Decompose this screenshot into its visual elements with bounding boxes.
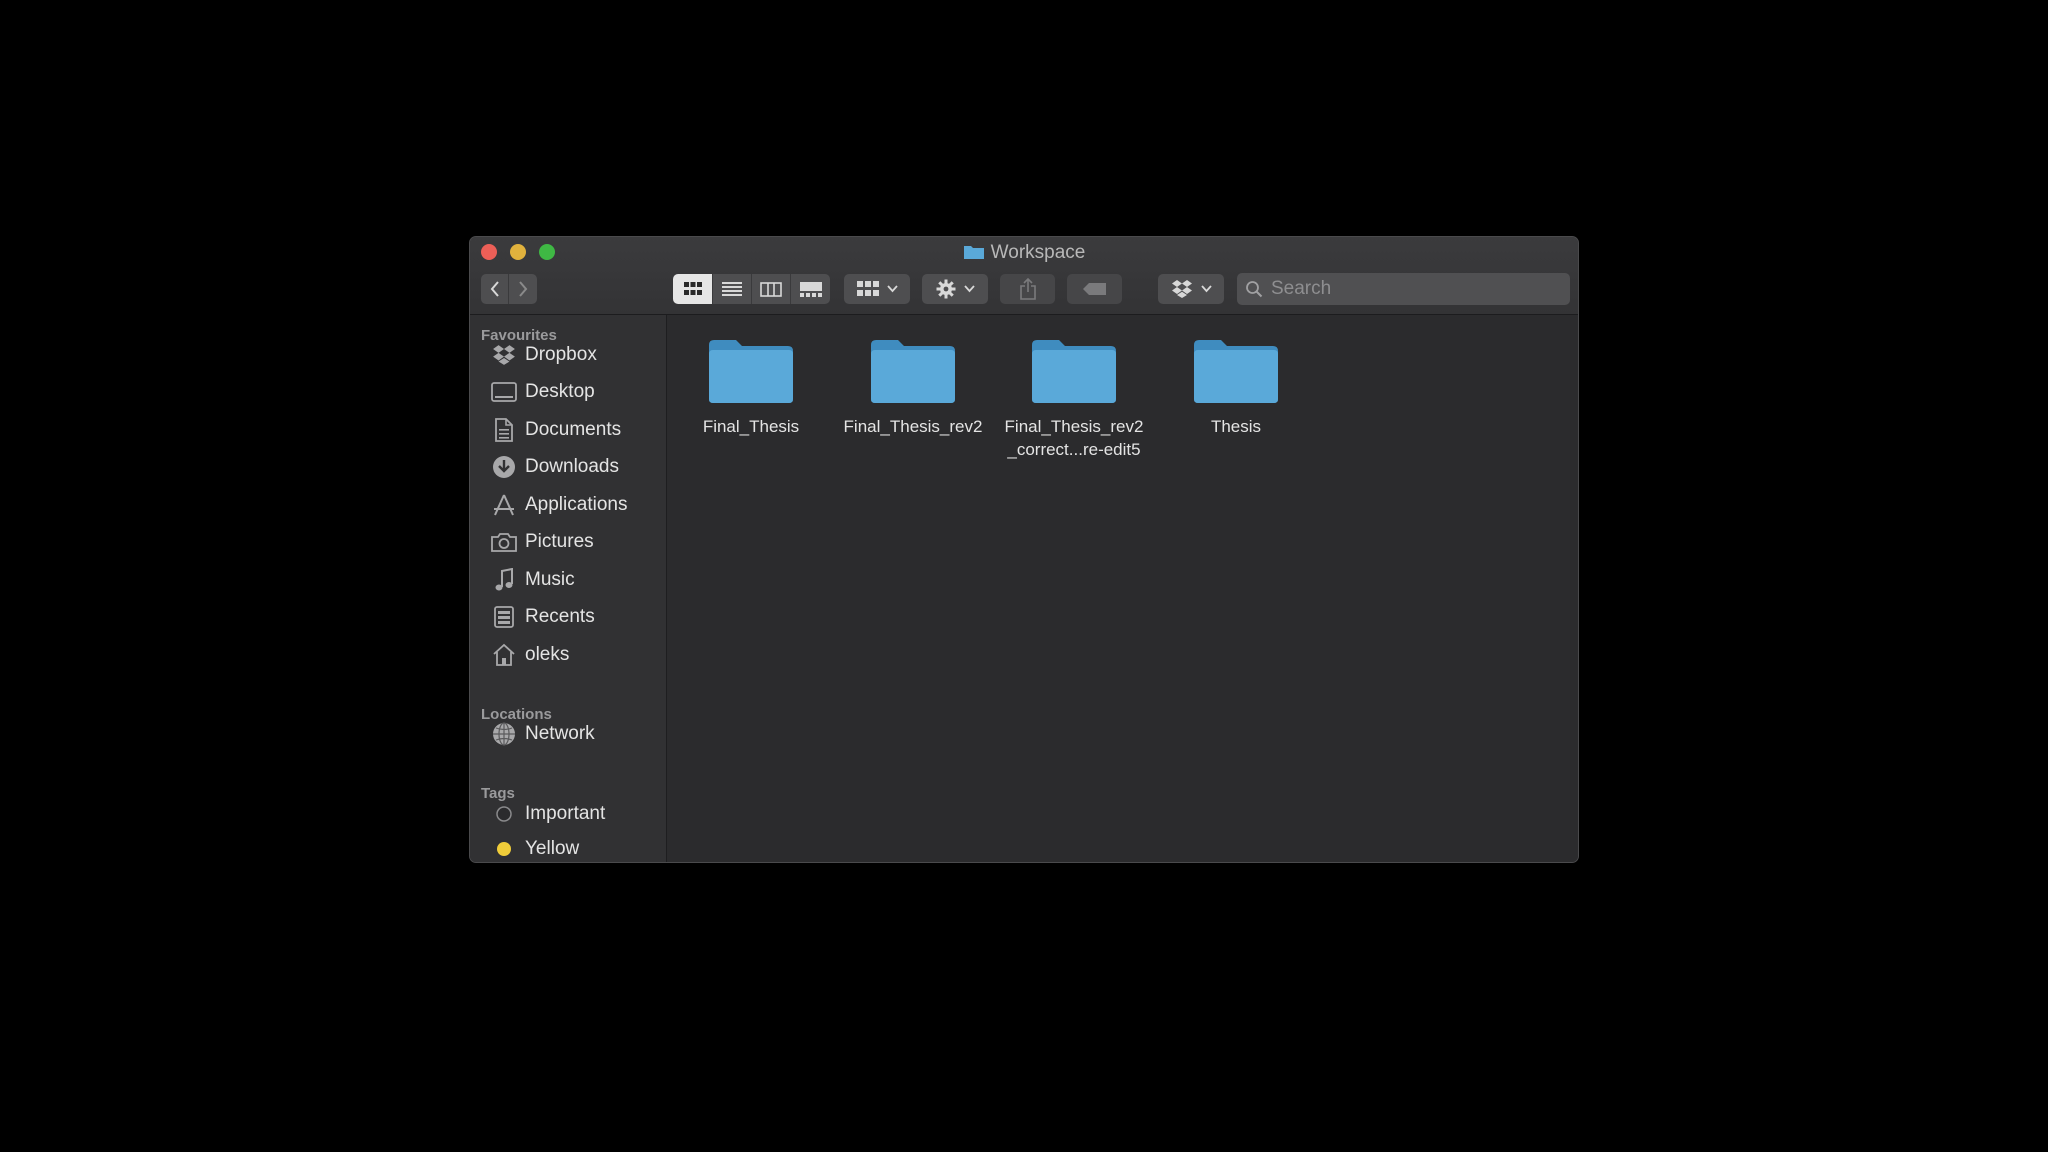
sidebar-item-pictures[interactable]: Pictures [491, 527, 661, 557]
grid-group-icon [856, 281, 879, 296]
chevron-down-icon [886, 285, 898, 293]
group-button[interactable] [844, 274, 910, 304]
folder-item[interactable]: Final_Thesis [675, 335, 827, 438]
nav-buttons [481, 274, 537, 304]
search-input[interactable] [1271, 278, 1551, 300]
column-view-icon [760, 281, 782, 297]
sidebar-item-label: Pictures [525, 531, 594, 552]
window-title: Workspace [990, 242, 1086, 263]
camera-icon [491, 529, 517, 555]
sidebar-item-documents[interactable]: Documents [491, 415, 661, 445]
file-browser: Final_Thesis Final_Thesis_rev2 Final_The… [667, 315, 1578, 862]
dropbox-button[interactable] [1158, 274, 1224, 304]
sidebar-item-label: Dropbox [525, 344, 597, 365]
folder-icon [1194, 340, 1278, 403]
tag-icon [1082, 283, 1106, 295]
sidebar-item-applications[interactable]: Applications [491, 490, 661, 520]
sidebar-item-label: Applications [525, 494, 628, 515]
search-field[interactable] [1237, 273, 1570, 305]
sidebar-item-desktop[interactable]: Desktop [491, 377, 661, 407]
sidebar: Favourites Dropbox Desktop Documents Dow… [470, 315, 667, 862]
titlebar: Workspace [470, 237, 1578, 315]
sidebar-item-tag-important[interactable]: Important [491, 799, 661, 829]
recents-icon [491, 604, 517, 630]
gear-icon [936, 279, 955, 299]
sidebar-item-label: Music [525, 569, 575, 590]
sidebar-item-label: Documents [525, 419, 622, 440]
sidebar-item-label: Network [525, 723, 595, 744]
sidebar-item-label: Recents [525, 606, 595, 627]
gallery-view-button[interactable] [791, 274, 830, 304]
chevron-down-icon [963, 285, 975, 293]
forward-button[interactable] [509, 274, 537, 304]
sidebar-item-dropbox[interactable]: Dropbox [491, 340, 661, 370]
list-view-button[interactable] [713, 274, 752, 304]
window-title-area: Workspace [470, 242, 1578, 264]
sidebar-item-music[interactable]: Music [491, 565, 661, 595]
sidebar-item-label: Downloads [525, 456, 619, 477]
share-button[interactable] [1000, 274, 1055, 304]
home-icon [491, 642, 517, 668]
chevron-right-icon [519, 281, 528, 297]
downloads-icon [491, 454, 517, 480]
sidebar-item-label: oleks [525, 644, 570, 665]
dropbox-icon [1171, 280, 1192, 298]
tag-dot-icon [491, 836, 517, 862]
globe-icon [491, 721, 517, 747]
share-icon [1019, 278, 1036, 300]
sidebar-item-label: Yellow [525, 838, 580, 859]
sidebar-item-downloads[interactable]: Downloads [491, 452, 661, 482]
folder-item[interactable]: Thesis [1160, 335, 1312, 438]
finder-window: Workspace Search Favourites Dropbox Desk… [469, 236, 1579, 863]
tag-button[interactable] [1067, 274, 1122, 304]
sidebar-item-label: Desktop [525, 381, 595, 402]
folder-name: Final_Thesis [702, 417, 800, 436]
desktop-icon [491, 379, 517, 405]
folder-name: Final_Thesis_rev2 [843, 417, 983, 436]
sidebar-item-label: Important [525, 803, 606, 824]
sidebar-item-tag-yellow[interactable]: Yellow [491, 834, 661, 862]
folder-item[interactable]: Final_Thesis_rev2 _correct...re-edit5 [998, 335, 1150, 461]
folder-name: Thesis [1210, 417, 1262, 436]
music-note-icon [491, 567, 517, 593]
list-view-icon [722, 282, 742, 296]
documents-icon [491, 417, 517, 443]
sidebar-item-home[interactable]: oleks [491, 640, 661, 670]
gallery-view-icon [799, 281, 822, 297]
icon-view-icon [683, 282, 702, 295]
sidebar-item-network[interactable]: Network [491, 719, 661, 749]
folder-icon [963, 246, 984, 259]
dropbox-icon [491, 342, 517, 368]
folder-icon [871, 340, 955, 403]
folder-item[interactable]: Final_Thesis_rev2 [837, 335, 989, 438]
search-icon [1246, 281, 1263, 298]
chevron-left-icon [490, 281, 499, 297]
folder-icon [1032, 340, 1116, 403]
action-button[interactable] [922, 274, 988, 304]
view-mode-control [673, 274, 830, 304]
tag-dot-icon [491, 801, 517, 827]
sidebar-item-recents[interactable]: Recents [491, 602, 661, 632]
applications-icon [491, 492, 517, 518]
column-view-button[interactable] [752, 274, 791, 304]
folder-name: Final_Thesis_rev2 _correct...re-edit5 [1004, 417, 1144, 459]
back-button[interactable] [481, 274, 509, 304]
folder-icon [709, 340, 793, 403]
icon-view-button[interactable] [673, 274, 713, 304]
chevron-down-icon [1200, 285, 1212, 293]
